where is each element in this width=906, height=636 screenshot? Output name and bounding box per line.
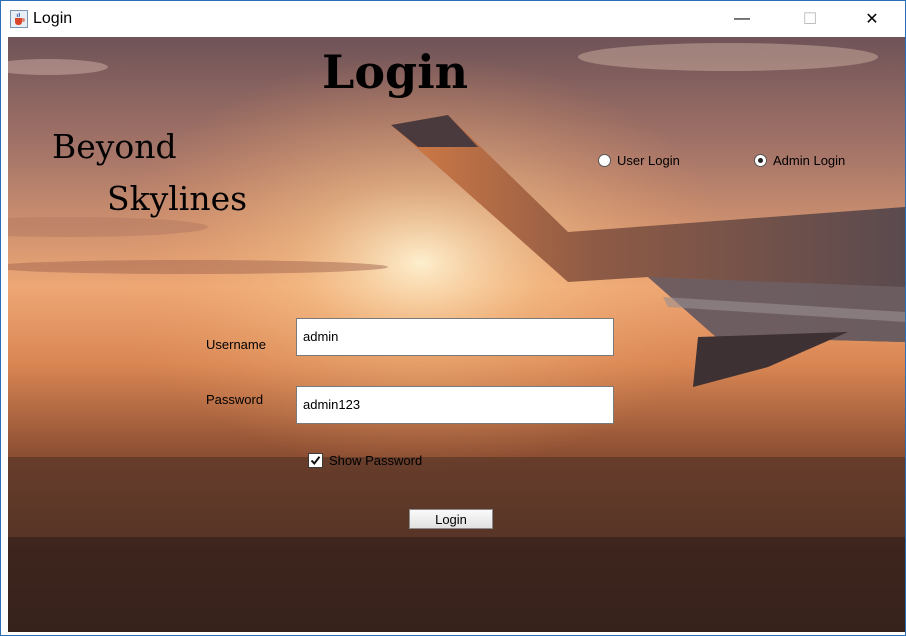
show-password-label: Show Password [329,453,423,468]
login-window: Login — ☐ ✕ Login Beyond Skylines User L… [0,0,906,636]
java-cup-icon [10,10,28,28]
page-title: Login [322,45,469,99]
radio-unselected-icon [598,154,611,167]
username-label: Username [206,337,266,352]
close-button[interactable]: ✕ [849,1,895,37]
show-password-checkbox[interactable]: Show Password [308,453,422,468]
login-button[interactable]: Login [409,509,493,529]
brand-name-line1: Beyond [52,127,177,166]
username-field[interactable]: admin [296,318,614,356]
radio-selected-icon [754,154,767,167]
login-panel: Login Beyond Skylines User Login Admin L… [8,37,905,632]
admin-login-radio[interactable]: Admin Login [754,153,845,168]
checkbox-checked-icon [308,453,323,468]
admin-login-label: Admin Login [773,153,846,168]
title-bar[interactable]: Login — ☐ ✕ [1,1,905,37]
user-login-label: User Login [617,153,680,168]
maximize-button[interactable]: ☐ [787,1,833,37]
password-field[interactable]: admin123 [296,386,614,424]
minimize-button[interactable]: — [719,1,765,37]
password-label: Password [206,392,264,407]
window-title: Login [33,10,73,27]
brand-name-line2: Skylines [107,179,248,218]
user-login-radio[interactable]: User Login [598,153,680,168]
